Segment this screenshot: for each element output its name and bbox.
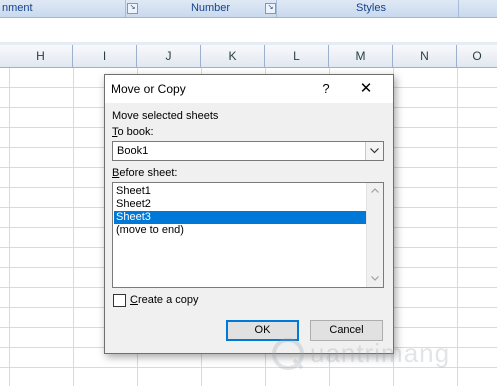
move-selected-sheets-label: Move selected sheets xyxy=(112,110,219,122)
dialog-title: Move or Copy xyxy=(111,82,186,96)
before-sheet-listbox[interactable]: Sheet1 Sheet2 Sheet3 (move to end) xyxy=(112,182,384,288)
create-copy-checkbox[interactable] xyxy=(113,294,126,307)
column-header-h[interactable]: H xyxy=(9,45,73,67)
list-item-sheet3[interactable]: Sheet3 xyxy=(114,211,368,224)
column-header-i-label: I xyxy=(102,49,107,63)
watermark-text: uantrimang xyxy=(310,338,451,368)
help-button[interactable]: ? xyxy=(315,79,337,99)
column-header-n-label: N xyxy=(420,49,429,63)
create-copy-label-access-key: C xyxy=(130,294,138,306)
create-copy-label[interactable]: Create a copy xyxy=(130,294,199,306)
alignment-dialog-launcher-icon[interactable]: ↘ xyxy=(127,3,138,14)
column-header-m[interactable]: M xyxy=(329,45,393,67)
column-header-h-label: H xyxy=(36,49,45,63)
chevron-down-icon xyxy=(370,148,379,154)
chevron-up-icon xyxy=(371,188,379,193)
column-header-k[interactable]: K xyxy=(201,45,265,67)
to-book-label: To book: xyxy=(112,126,154,138)
column-header-n[interactable]: N xyxy=(393,45,457,67)
ribbon-group-number: Number xyxy=(145,0,277,17)
column-header-l-label: L xyxy=(293,49,300,63)
formula-bar[interactable] xyxy=(0,18,497,43)
number-dialog-launcher-icon[interactable]: ↘ xyxy=(265,3,276,14)
ribbon-group-labels: nment ↘ Number ↘ Styles xyxy=(0,0,497,18)
ribbon-group-styles: Styles xyxy=(284,0,459,17)
column-header-j-label: J xyxy=(165,49,172,63)
create-copy-label-text: reate a copy xyxy=(137,294,199,306)
ribbon-group-styles-label: Styles xyxy=(356,2,386,14)
column-header-m-label: M xyxy=(355,49,366,63)
to-book-value: Book1 xyxy=(117,145,149,157)
before-sheet-label: Before sheet: xyxy=(112,167,177,179)
column-header-row: H I J K L M N O xyxy=(0,45,497,68)
to-book-dropdown-button[interactable] xyxy=(365,142,383,160)
chevron-down-icon xyxy=(371,276,379,281)
column-header-o[interactable]: O xyxy=(457,45,497,67)
ribbon-group-alignment-label: nment xyxy=(2,2,33,14)
scroll-up-button[interactable] xyxy=(367,183,383,199)
list-item-sheet2[interactable]: Sheet2 xyxy=(114,198,368,211)
list-item-move-to-end[interactable]: (move to end) xyxy=(114,224,368,237)
move-or-copy-dialog: Move or Copy ? ✕ Move selected sheets To… xyxy=(104,74,394,354)
ribbon-group-number-label: Number xyxy=(190,2,231,14)
watermark-logo: uantrimang xyxy=(270,332,470,376)
ribbon-group-alignment: nment xyxy=(0,0,126,17)
close-button[interactable]: ✕ xyxy=(355,79,377,99)
scroll-down-button[interactable] xyxy=(367,271,383,287)
watermark-logo-icon xyxy=(272,338,304,370)
to-book-label-text: o book: xyxy=(117,126,154,138)
column-header-o-label: O xyxy=(472,49,482,63)
list-item-sheet1[interactable]: Sheet1 xyxy=(114,185,368,198)
dialog-title-bar[interactable]: Move or Copy ? ✕ xyxy=(105,75,393,103)
column-header-l[interactable]: L xyxy=(265,45,329,67)
column-header-j[interactable]: J xyxy=(137,45,201,67)
column-header-i[interactable]: I xyxy=(73,45,137,67)
listbox-scrollbar[interactable] xyxy=(366,183,383,287)
to-book-dropdown[interactable]: Book1 xyxy=(112,141,384,161)
before-sheet-label-text: efore sheet: xyxy=(119,167,178,179)
column-header-k-label: K xyxy=(228,49,237,63)
